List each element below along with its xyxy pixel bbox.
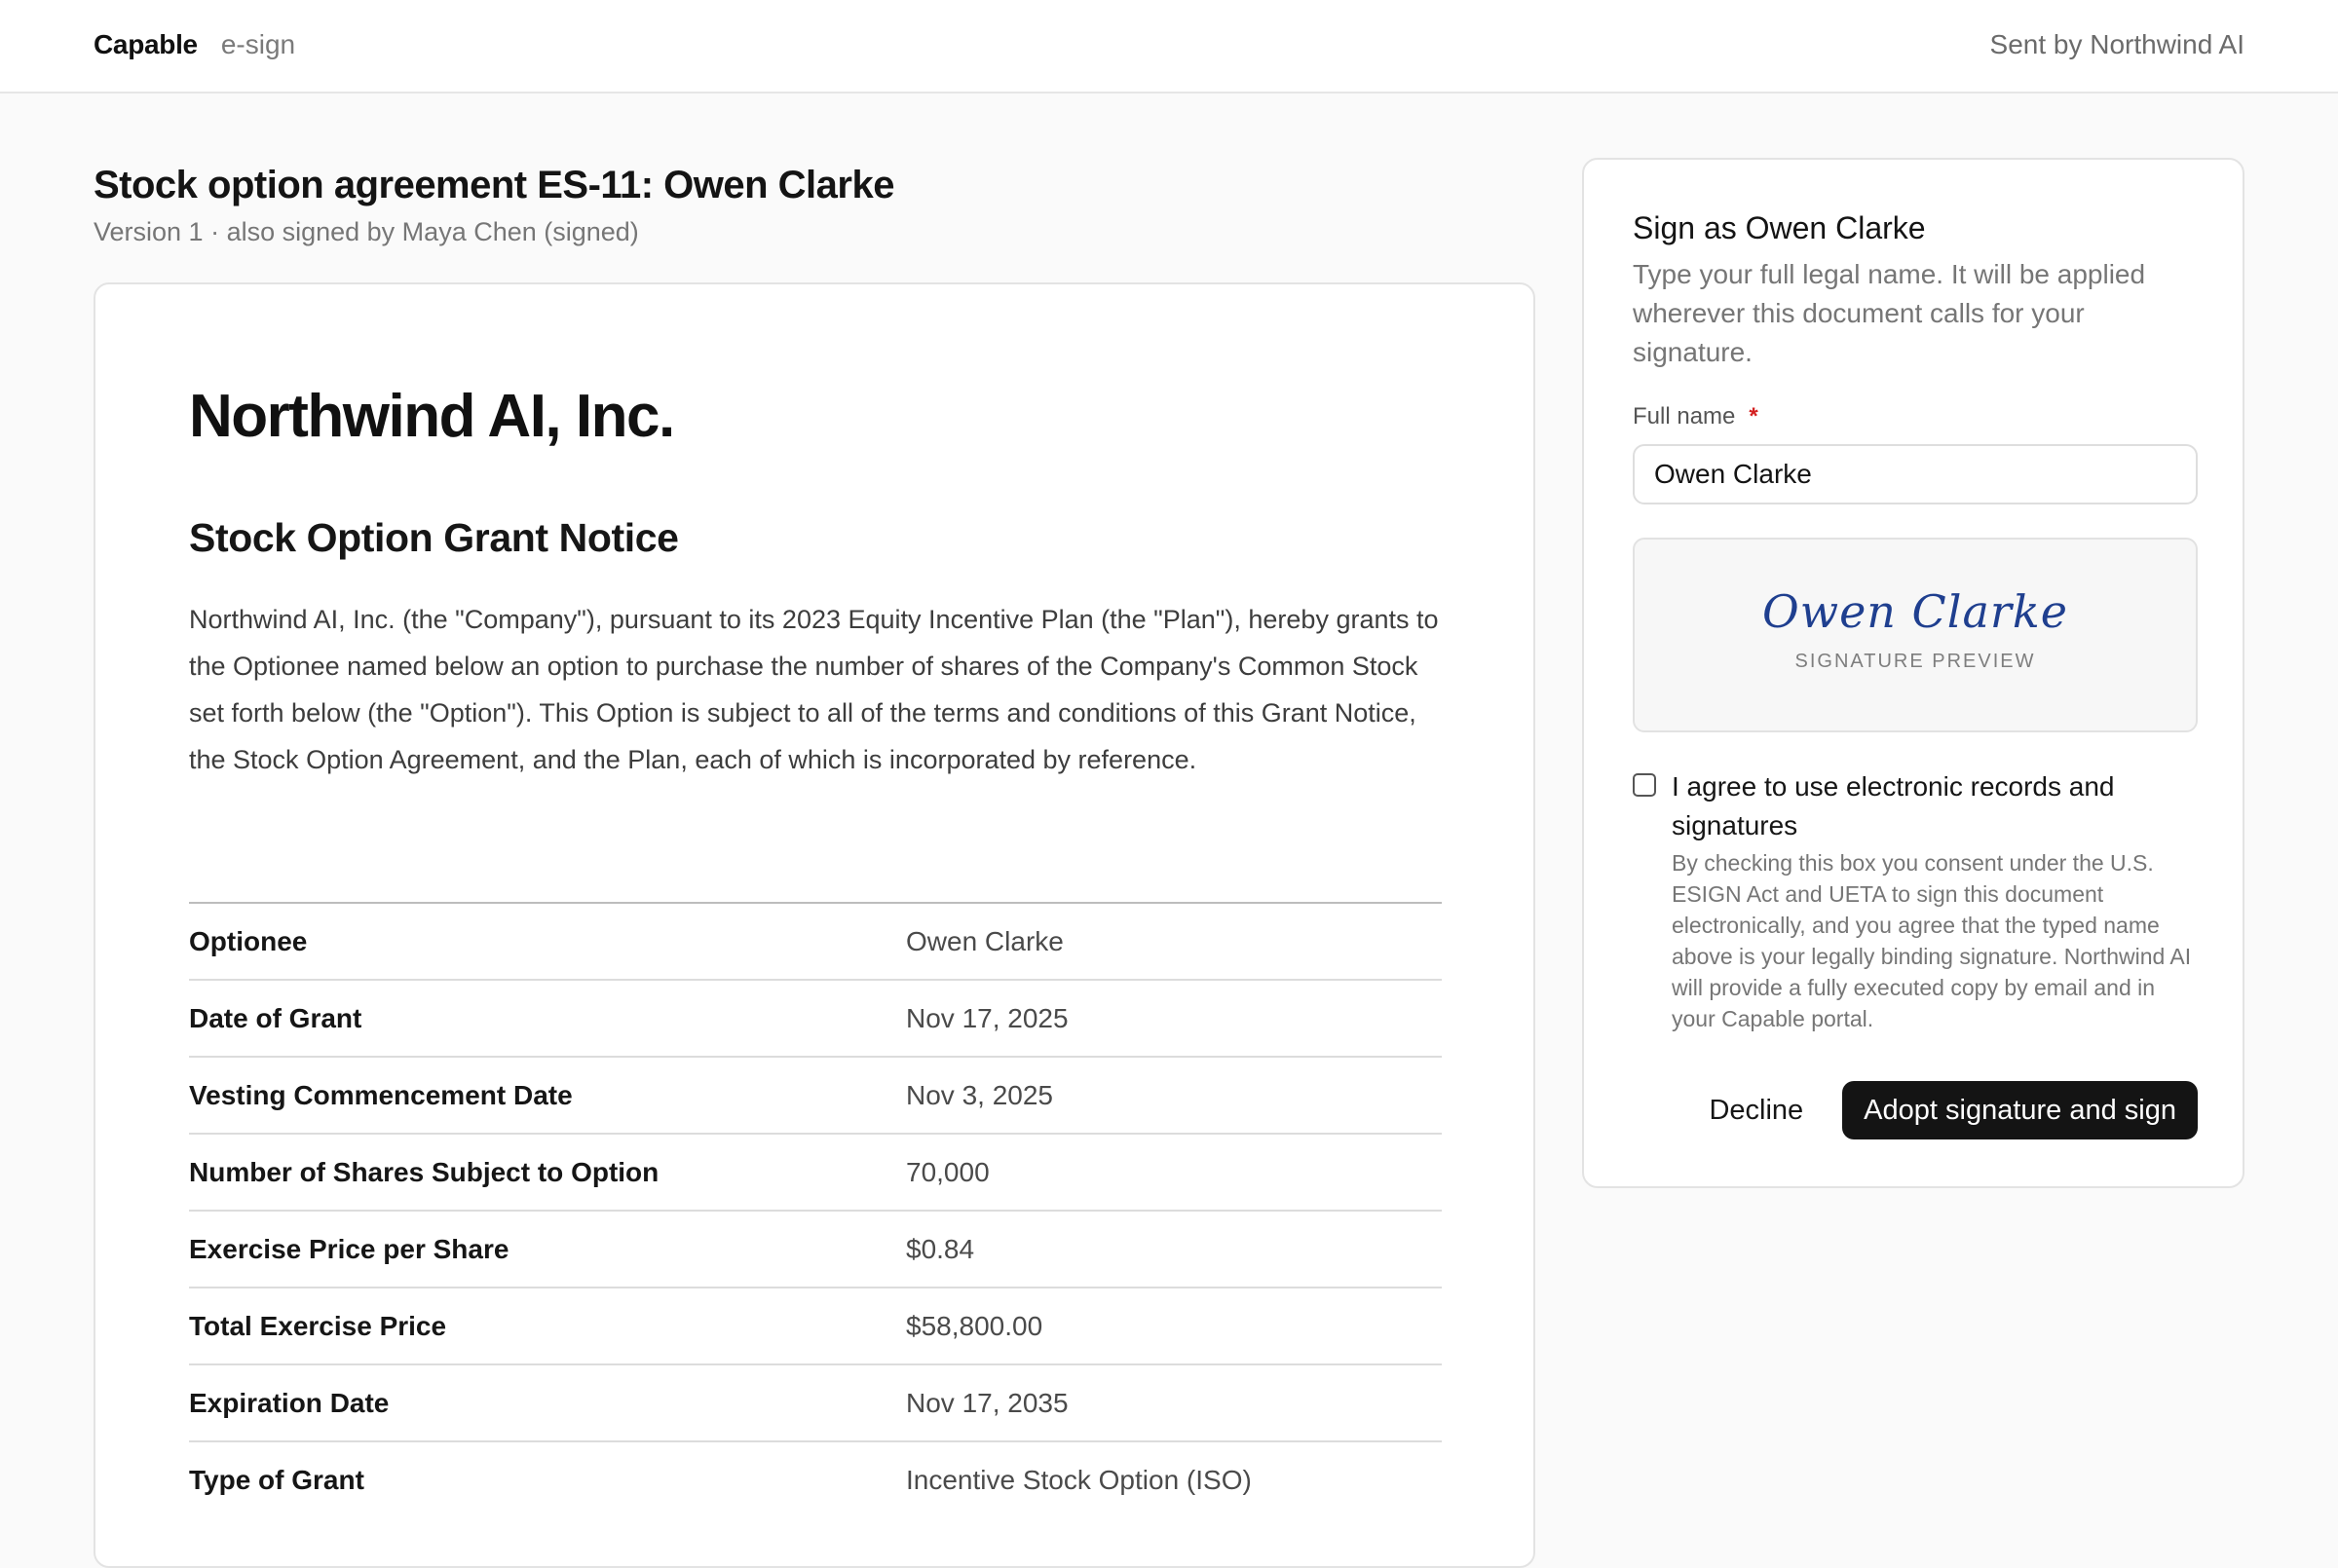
table-row: Type of Grant Incentive Stock Option (IS… bbox=[189, 1441, 1442, 1517]
signature-preview-caption: SIGNATURE PREVIEW bbox=[1794, 651, 2036, 672]
notice-title: Stock Option Grant Notice bbox=[189, 515, 679, 560]
consent-text: I agree to use electronic records and si… bbox=[1672, 767, 2198, 1034]
sign-panel-content: Sign as Owen Clarke Type your full legal… bbox=[1633, 206, 2198, 1139]
top-bar: Capable e-sign Sent by Northwind AI bbox=[0, 0, 2338, 93]
term-value: Owen Clarke bbox=[906, 925, 1064, 956]
page-title: Stock option agreement ES-11: Owen Clark… bbox=[94, 164, 894, 206]
brand-product: e-sign bbox=[220, 29, 296, 59]
decline-button[interactable]: Decline bbox=[1709, 1095, 1803, 1127]
table-row: Expiration Date Nov 17, 2035 bbox=[189, 1364, 1442, 1441]
table-row: Exercise Price per Share $0.84 bbox=[189, 1211, 1442, 1288]
full-name-label-text: Full name bbox=[1633, 403, 1736, 429]
term-label: Number of Shares Subject to Option bbox=[189, 1156, 660, 1187]
term-label: Vesting Commencement Date bbox=[189, 1079, 573, 1110]
signature-preview-text: Owen Clarke bbox=[1762, 585, 2068, 638]
table-row: Number of Shares Subject to Option 70,00… bbox=[189, 1134, 1442, 1211]
consent-row: I agree to use electronic records and si… bbox=[1633, 767, 2198, 1034]
term-value: Nov 17, 2035 bbox=[906, 1387, 1069, 1418]
table-row: Optionee Owen Clarke bbox=[189, 903, 1442, 980]
term-value: 70,000 bbox=[906, 1156, 990, 1187]
consent-detail: By checking this box you consent under t… bbox=[1672, 850, 2192, 1031]
sign-panel-description: Type your full legal name. It will be ap… bbox=[1633, 259, 2146, 367]
term-label: Expiration Date bbox=[189, 1387, 390, 1418]
sign-actions: Decline Adopt signature and sign bbox=[1633, 1081, 2198, 1139]
term-label: Optionee bbox=[189, 925, 308, 956]
company-name: Northwind AI, Inc. bbox=[189, 383, 675, 450]
term-value: Incentive Stock Option (ISO) bbox=[906, 1464, 1252, 1495]
term-label: Exercise Price per Share bbox=[189, 1233, 509, 1264]
intro-paragraph: Northwind AI, Inc. (the "Company"), purs… bbox=[189, 605, 1439, 774]
document-viewer[interactable]: Northwind AI, Inc. Stock Option Grant No… bbox=[94, 282, 1535, 1568]
document-heading: Stock option agreement ES-11: Owen Clark… bbox=[94, 158, 1535, 249]
consent-checkbox[interactable] bbox=[1633, 773, 1656, 797]
signature-preview: Owen Clarke SIGNATURE PREVIEW bbox=[1633, 538, 2198, 732]
term-label: Total Exercise Price bbox=[189, 1310, 447, 1341]
sender-label: Sent by Northwind AI bbox=[1989, 29, 2244, 59]
document-subtitle: Version 1 · also signed by Maya Chen (si… bbox=[94, 217, 639, 246]
table-row: Date of Grant Nov 17, 2025 bbox=[189, 980, 1442, 1057]
term-label: Date of Grant bbox=[189, 1002, 362, 1033]
term-value: Nov 17, 2025 bbox=[906, 1002, 1069, 1033]
adopt-and-sign-button[interactable]: Adopt signature and sign bbox=[1842, 1081, 2198, 1139]
brand: Capable e-sign bbox=[94, 29, 295, 60]
full-name-input[interactable] bbox=[1633, 444, 2198, 504]
brand-name[interactable]: Capable bbox=[94, 29, 198, 60]
term-label: Type of Grant bbox=[189, 1464, 364, 1495]
table-row: Vesting Commencement Date Nov 3, 2025 bbox=[189, 1057, 1442, 1134]
sign-panel: Sign as Owen Clarke Type your full legal… bbox=[1582, 158, 2244, 1188]
full-name-label: Full name * bbox=[1633, 401, 2198, 432]
term-value: $58,800.00 bbox=[906, 1310, 1043, 1341]
term-value: $0.84 bbox=[906, 1233, 975, 1264]
term-value: Nov 3, 2025 bbox=[906, 1079, 1053, 1110]
consent-label[interactable]: I agree to use electronic records and si… bbox=[1672, 767, 2198, 845]
table-row: Total Exercise Price $58,800.00 bbox=[189, 1288, 1442, 1364]
grant-terms-table: Optionee Owen Clarke Date of Grant Nov 1… bbox=[189, 902, 1442, 1517]
required-marker: * bbox=[1749, 403, 1758, 429]
sign-panel-title: Sign as Owen Clarke bbox=[1633, 210, 1926, 245]
